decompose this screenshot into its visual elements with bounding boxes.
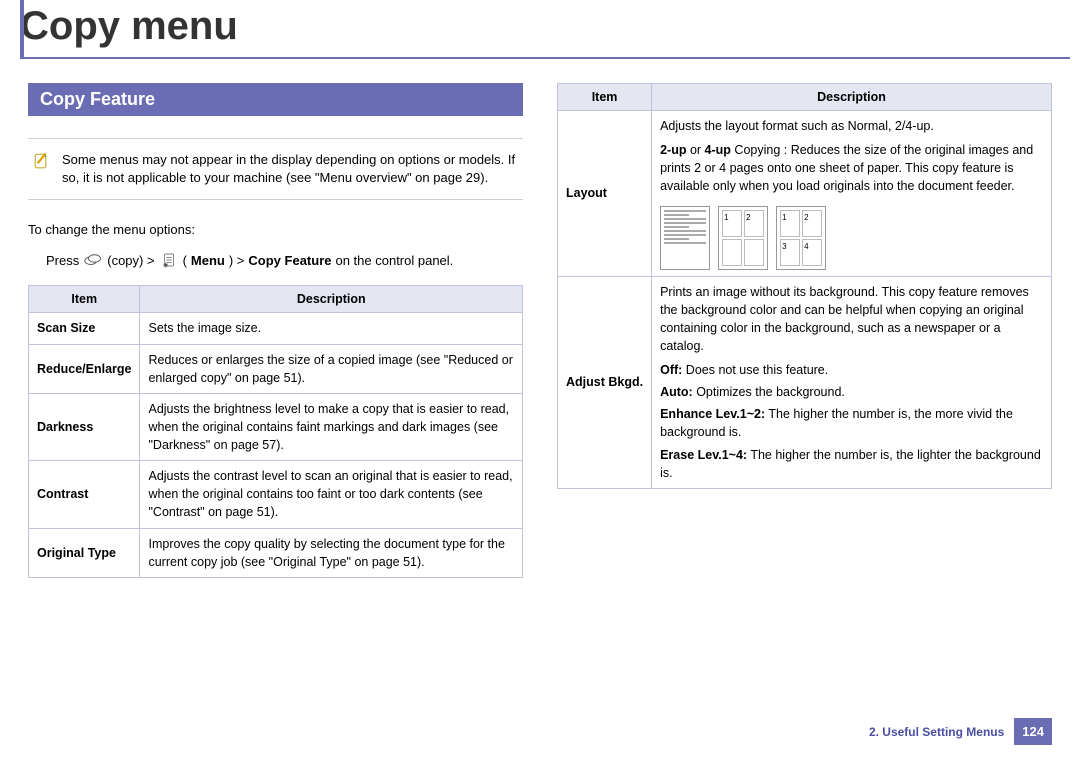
- adjust-erase: Erase Lev.1~4: The higher the number is,…: [660, 446, 1043, 482]
- page-number: 124: [1014, 718, 1052, 745]
- note-text: Some menus may not appear in the display…: [62, 151, 519, 187]
- table-row: Original TypeImproves the copy quality b…: [29, 528, 523, 577]
- table-row: Adjust Bkgd. Prints an image without its…: [558, 276, 1052, 488]
- page-footer: 2. Useful Setting Menus 124: [869, 718, 1052, 745]
- intro-text: To change the menu options:: [28, 222, 523, 237]
- layout-line2: 2-up or 4-up Copying : Reduces the size …: [660, 141, 1043, 195]
- layout-line1: Adjusts the layout format such as Normal…: [660, 117, 1043, 135]
- press-feature-bold: Copy Feature: [248, 253, 331, 268]
- press-instruction: Press (copy) > ✱ ( Menu ) > Copy Feature o…: [28, 251, 523, 269]
- th-item: Item: [558, 84, 652, 111]
- table-row: Scan SizeSets the image size.: [29, 313, 523, 344]
- menu-icon: ✱: [159, 251, 179, 269]
- table-row: DarknessAdjusts the brightness level to …: [29, 393, 523, 460]
- table-row: Layout Adjusts the layout format such as…: [558, 111, 1052, 277]
- right-table: Item Description Layout Adjusts the layo…: [557, 83, 1052, 489]
- adjust-p1: Prints an image without its background. …: [660, 283, 1043, 356]
- right-column: Item Description Layout Adjusts the layo…: [557, 83, 1052, 578]
- left-table: Item Description Scan SizeSets the image…: [28, 285, 523, 577]
- page-title: Copy menu: [0, 0, 1080, 49]
- section-heading: Copy Feature: [28, 83, 523, 116]
- th-item: Item: [29, 286, 140, 313]
- th-desc: Description: [652, 84, 1052, 111]
- svg-text:✱: ✱: [163, 262, 169, 269]
- table-row: ContrastAdjusts the contrast level to sc…: [29, 461, 523, 528]
- adjust-off: Off: Does not use this feature.: [660, 361, 1043, 379]
- footer-chapter: 2. Useful Setting Menus: [869, 725, 1004, 739]
- press-menu-bold: Menu: [191, 253, 225, 268]
- figure-1up: [660, 206, 710, 270]
- note-icon: [32, 151, 52, 171]
- press-tail: on the control panel.: [335, 253, 453, 268]
- figure-4up: 1 2 3 4: [776, 206, 826, 270]
- note-box: Some menus may not appear in the display…: [28, 138, 523, 200]
- figure-2up: 1 2: [718, 206, 768, 270]
- adjust-auto: Auto: Optimizes the background.: [660, 383, 1043, 401]
- table-row: Reduce/EnlargeReduces or enlarges the si…: [29, 344, 523, 393]
- title-rule: [0, 49, 1080, 65]
- press-menu-post: ) >: [229, 253, 245, 268]
- adjust-enhance: Enhance Lev.1~2: The higher the number i…: [660, 405, 1043, 441]
- left-column: Copy Feature Some menus may not appear i…: [28, 83, 523, 578]
- press-pre: Press: [46, 253, 79, 268]
- th-desc: Description: [140, 286, 523, 313]
- content-columns: Copy Feature Some menus may not appear i…: [0, 73, 1080, 578]
- press-menu-pre: (: [183, 253, 187, 268]
- press-copy-after: (copy) >: [107, 253, 154, 268]
- copy-icon: [83, 251, 103, 269]
- layout-figures: 1 2 1 2 3 4: [660, 206, 1043, 270]
